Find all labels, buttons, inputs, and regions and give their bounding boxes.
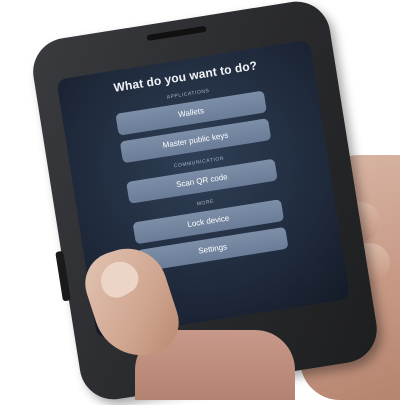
- side-button[interactable]: [55, 250, 71, 302]
- speaker-grille: [146, 25, 207, 42]
- photo-scene: What do you want to do? APPLICATIONS Wal…: [0, 0, 400, 405]
